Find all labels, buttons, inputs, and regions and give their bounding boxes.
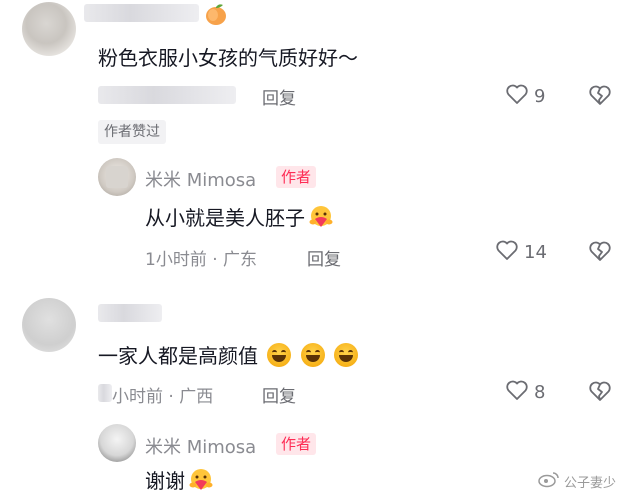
author-avatar[interactable] [98,424,136,462]
broken-heart-icon [588,380,612,406]
comment-time-location: 小时前 · 广西 [112,387,214,407]
commenter-name-blurred[interactable] [98,304,162,322]
laughing-emoji-icon [334,343,359,367]
laughing-emoji-icon [300,343,325,367]
weibo-logo-icon [538,470,560,492]
dislike-button[interactable] [588,240,612,266]
reply-text: 从小就是美人胚子 [145,202,334,231]
commenter-name-blurred[interactable] [84,4,199,22]
comment-text: 一家人都是高颜值 [98,340,359,369]
heart-outline-icon [495,239,519,265]
like-button[interactable]: 14 [495,240,547,264]
peach-emoji-icon [203,2,229,26]
laughing-emoji-icon [267,343,292,367]
like-count: 8 [534,381,546,403]
commenter-avatar[interactable] [22,2,76,56]
author-liked-tag: 作者赞过 [98,120,166,144]
comment-text-content: 一家人都是高颜值 [98,344,258,368]
reply-text-content: 从小就是美人胚子 [145,206,305,230]
like-button[interactable]: 8 [505,380,545,404]
like-count: 9 [534,85,546,107]
author-name[interactable]: 米米 Mimosa [145,433,256,459]
heart-outline-icon [505,379,529,405]
reply-text: 谢谢 [145,465,214,494]
dislike-button[interactable] [588,84,612,110]
broken-heart-icon [588,84,612,110]
heart-hug-emoji-icon [188,468,214,492]
watermark: 公子妻少 [538,470,616,492]
author-avatar-blur [106,166,128,188]
author-badge: 作者 [276,166,317,188]
time-location-blurred [98,86,236,104]
reply-button[interactable]: 回复 [262,84,296,109]
reply-button[interactable]: 回复 [307,245,341,270]
reply-button[interactable]: 回复 [262,382,296,407]
like-count: 14 [524,241,547,263]
reply-time-location: 1小时前 · 广东 [145,250,258,270]
author-name[interactable]: 米米 Mimosa [145,166,256,192]
broken-heart-icon [588,240,612,266]
heart-hug-emoji-icon [308,205,334,229]
reply-text-content: 谢谢 [145,469,185,493]
dislike-button[interactable] [588,380,612,406]
time-blurred-prefix [98,384,112,402]
watermark-text: 公子妻少 [564,475,617,491]
author-badge: 作者 [276,433,317,455]
heart-outline-icon [505,83,529,109]
like-button[interactable]: 9 [505,84,545,108]
comment-text: 粉色衣服小女孩的气质好好～ [98,46,358,70]
commenter-avatar[interactable] [22,298,76,352]
